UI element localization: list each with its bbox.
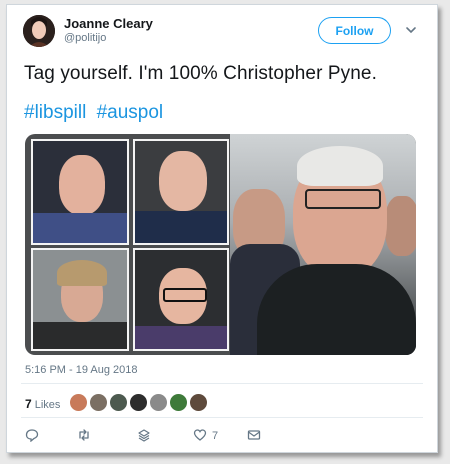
photo-hair [297,146,383,186]
liker-avatar[interactable] [69,393,88,412]
photo-person [385,196,416,256]
hashtags: #libspill #auspol [24,102,168,124]
tweet-card: Joanne Cleary @politijo Follow Tag yours… [6,4,438,453]
tweet-text: Tag yourself. I'm 100% Christopher Pyne. [24,63,377,84]
divider [21,417,423,418]
tweet-photo[interactable] [25,134,416,355]
liker-avatar[interactable] [149,393,168,412]
retweet-icon[interactable] [77,428,91,442]
photo-tile [133,248,229,351]
follow-button[interactable]: Follow [318,17,391,44]
chevron-down-icon[interactable] [404,23,418,37]
photo-jacket [257,264,416,355]
liker-avatar[interactable] [109,393,128,412]
liker-avatar[interactable] [189,393,208,412]
stack-icon[interactable] [137,428,151,442]
photo-tile [133,139,229,245]
message-icon[interactable] [247,428,261,442]
liker-avatar[interactable] [169,393,188,412]
likes-summary[interactable]: 7 Likes [25,397,60,411]
liker-avatar[interactable] [89,393,108,412]
reply-icon[interactable] [25,428,39,442]
display-name[interactable]: Joanne Cleary [64,16,153,31]
photo-tile [31,248,129,351]
user-handle[interactable]: @politijo [64,32,106,44]
likes-label: Likes [34,399,61,411]
likes-count: 7 [25,397,32,411]
like-count: 7 [212,430,219,442]
photo-glasses [305,189,381,209]
hashtag-link[interactable]: #libspill [24,102,86,123]
photo-tile [31,139,129,245]
liker-avatar[interactable] [129,393,148,412]
tweet-timestamp[interactable]: 5:16 PM - 19 Aug 2018 [25,364,138,376]
hashtag-link[interactable]: #auspol [97,102,164,123]
avatar[interactable] [23,15,55,47]
divider [21,383,423,384]
heart-icon[interactable] [193,428,207,442]
avatar-photo [23,15,55,47]
